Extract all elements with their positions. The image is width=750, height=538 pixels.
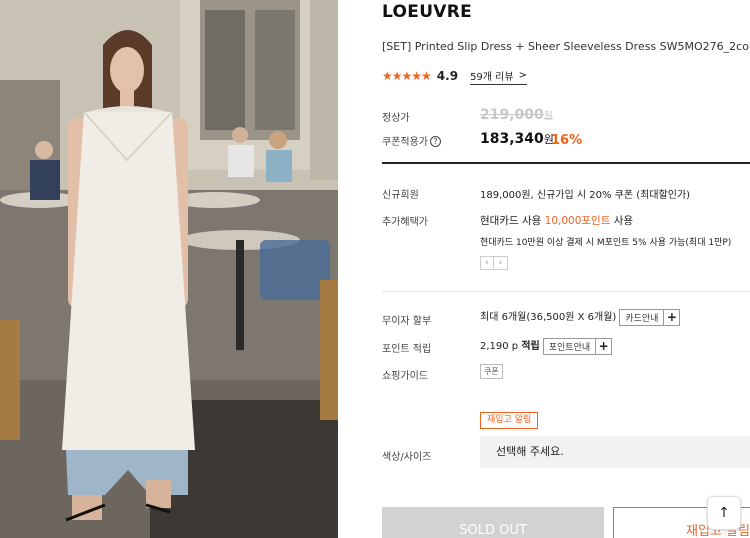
new-member-text: 189,000원, 신규가입 시 20% 쿠폰 (최대할인가) [480,190,691,201]
extra-use-text: 사용 [521,215,542,227]
option-select[interactable]: 선택해 주세요. [480,436,750,468]
discount-rate: 16% [551,133,583,148]
points-row: 2,190 p 적립 포인트안내 + [480,337,613,355]
arrow-up-icon: ↑ [718,505,730,521]
rating-score: 4.9 [436,69,459,83]
new-member-label: 신규회원 [382,190,419,201]
review-count-label: 59개 리뷰 [470,71,514,83]
pager-next-button[interactable]: › [494,256,508,270]
scroll-top-button[interactable]: ↑ [707,496,741,530]
restock-alert-button[interactable]: 재입고 알림 [480,412,539,429]
points-info-button[interactable]: 포인트안내 [542,337,597,355]
divider [382,291,750,292]
coupon-price: 183,340원 [480,131,554,147]
plus-icon[interactable]: + [664,308,681,326]
product-info-panel: LOEUVRE [SET] Printed Slip Dress + Sheer… [382,0,750,538]
regular-price-value: 219,000 [480,107,544,123]
points-label: 포인트 적립 [382,344,432,355]
coupon-price-label: 쿠폰적용가? [382,133,441,148]
card-info-button[interactable]: 카드안내 [619,308,665,326]
regular-price: 219,000원 [480,107,553,123]
coupon-tag[interactable]: 쿠폰 [480,364,503,379]
plus-icon[interactable]: + [596,337,613,355]
regular-price-currency: 원 [543,111,553,122]
question-icon[interactable]: ? [430,136,441,147]
star-rating-icon: ★★★★★ [382,69,432,83]
product-image[interactable] [0,0,338,538]
pager-prev-button[interactable]: ‹ [480,256,494,270]
installment-value: 최대 6개월(36,500원 X 6개월) [480,312,617,323]
chevron-right-icon: > [518,69,527,81]
regular-price-label: 정상가 [382,113,410,124]
points-amount: 2,190 p [480,341,519,352]
rating-row: ★★★★★ 4.9 59개 리뷰 > [382,68,527,85]
extra-benefit-text: 현대카드 사용 10,000포인트 사용 [480,213,633,228]
extra-points: 10,000포인트 [544,215,611,227]
extra-card-name: 현대카드 [480,215,519,227]
coupon-price-label-text: 쿠폰적용가 [382,137,428,148]
installment-label: 무이자 할부 [382,316,432,327]
product-photo-illustration [0,0,338,538]
points-suffix: 적립 [521,341,540,352]
shopping-guide-label: 쇼핑가이드 [382,371,428,382]
review-count-link[interactable]: 59개 리뷰 > [470,68,527,85]
extra-benefit-note: 현대카드 10만원 이상 결제 시 M포인트 5% 사용 가능(최대 1만P) [480,238,732,248]
coupon-price-value: 183,340 [480,131,544,147]
product-name: [SET] Printed Slip Dress + Sheer Sleevel… [382,40,750,53]
sold-out-button[interactable]: SOLD OUT [382,507,604,538]
extra-use-text-2: 사용 [613,215,634,227]
divider [382,162,750,164]
extra-benefit-label: 추가혜택가 [382,217,428,228]
color-size-label: 색상/사이즈 [382,452,432,463]
benefit-pager: ‹ › [480,256,508,270]
installment-row: 최대 6개월(36,500원 X 6개월) 카드안내 + [480,308,681,326]
brand-name[interactable]: LOEUVRE [382,2,472,22]
